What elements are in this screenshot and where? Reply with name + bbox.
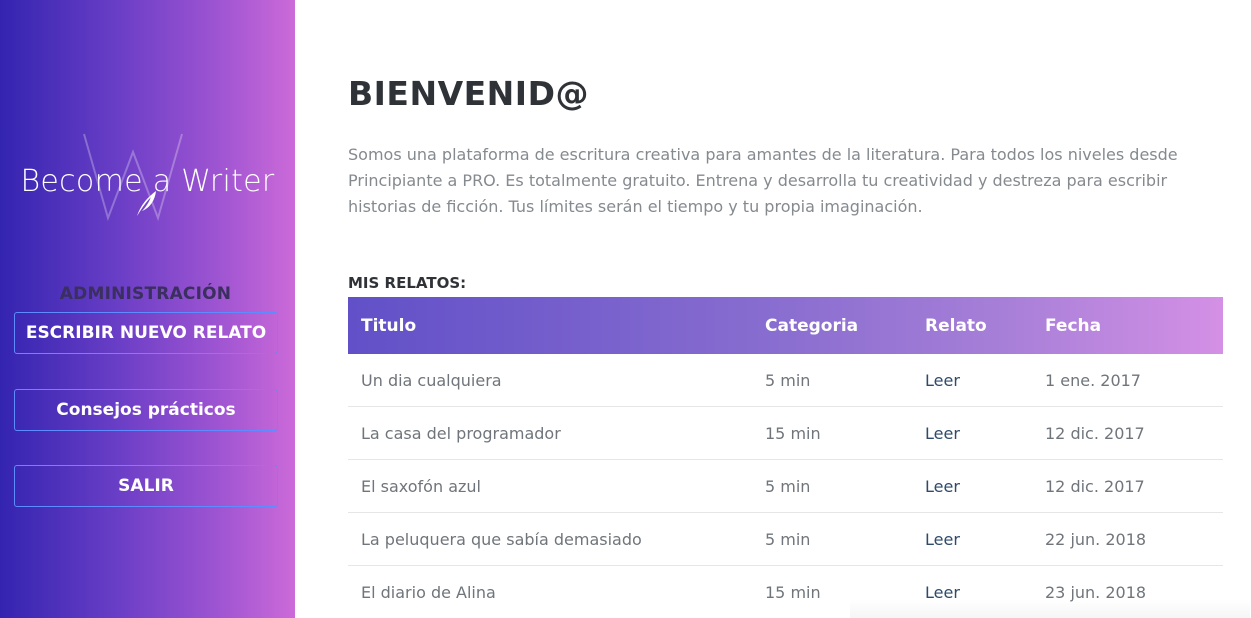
read-link[interactable]: Leer xyxy=(925,424,1045,443)
header-date: Fecha xyxy=(1045,315,1102,336)
table-row: La peluquera que sabía demasiado 5 min L… xyxy=(348,513,1223,566)
feather-quill-icon xyxy=(137,191,156,216)
header-story: Relato xyxy=(925,315,987,336)
write-new-story-button[interactable]: ESCRIBIR NUEVO RELATO xyxy=(14,312,278,354)
header-category: Categoria xyxy=(765,315,859,336)
table-row: La casa del programador 15 min Leer 12 d… xyxy=(348,407,1223,460)
table-header: Titulo Categoria Relato Fecha xyxy=(348,297,1223,354)
logout-button[interactable]: SALIR xyxy=(14,465,278,507)
logo[interactable]: Become a Writer xyxy=(0,130,295,225)
admin-heading: ADMINISTRACIÓN xyxy=(59,284,232,304)
main-content: BIENVENID@ Somos una plataforma de escri… xyxy=(295,0,1251,618)
sidebar: Become a Writer ADMINISTRACIÓN ESCRIBIR … xyxy=(0,0,295,618)
story-title: El saxofón azul xyxy=(361,476,481,496)
table-row: El saxofón azul 5 min Leer 12 dic. 2017 xyxy=(348,460,1223,513)
practical-tips-button[interactable]: Consejos prácticos xyxy=(14,389,278,431)
read-link[interactable]: Leer xyxy=(925,371,1045,390)
story-category: 5 min xyxy=(765,370,811,390)
scroll-fade xyxy=(850,600,1250,618)
stories-table: Titulo Categoria Relato Fecha Un dia cua… xyxy=(348,297,1223,618)
header-title: Titulo xyxy=(361,315,417,336)
intro-paragraph: Somos una plataforma de escritura creati… xyxy=(348,145,1178,216)
my-stories-heading: MIS RELATOS: xyxy=(348,274,467,292)
story-date: 1 ene. 2017 xyxy=(1045,370,1141,390)
story-title: La casa del programador xyxy=(361,423,561,443)
story-date: 22 jun. 2018 xyxy=(1045,529,1147,549)
story-title: La peluquera que sabía demasiado xyxy=(361,529,642,549)
story-title: Un dia cualquiera xyxy=(361,370,502,390)
story-category: 5 min xyxy=(765,529,811,549)
story-title: El diario de Alina xyxy=(361,583,496,602)
read-link[interactable]: Leer xyxy=(925,530,1045,549)
table-row: Un dia cualquiera 5 min Leer 1 ene. 2017 xyxy=(348,354,1223,407)
story-category: 15 min xyxy=(765,423,821,443)
read-link[interactable]: Leer xyxy=(925,477,1045,496)
page-title: BIENVENID@ xyxy=(348,74,589,113)
app: Become a Writer ADMINISTRACIÓN ESCRIBIR … xyxy=(0,0,1251,618)
story-category: 5 min xyxy=(765,476,811,496)
story-date: 12 dic. 2017 xyxy=(1045,476,1145,496)
story-date: 12 dic. 2017 xyxy=(1045,423,1145,443)
